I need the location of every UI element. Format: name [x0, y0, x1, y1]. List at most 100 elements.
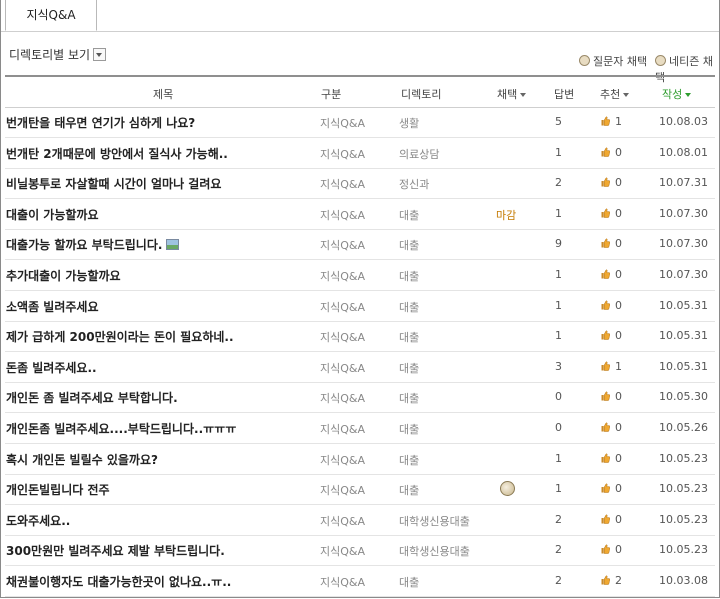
row-recommend-count: 0: [615, 512, 622, 526]
row-recommend-count: 0: [615, 390, 622, 404]
row-directory-link[interactable]: 대출: [399, 390, 419, 406]
row-recommend: 1: [601, 360, 622, 373]
row-date: 10.05.31: [659, 298, 708, 312]
row-category: 지식Q&A: [320, 484, 366, 498]
thumbs-up-icon: [601, 300, 610, 310]
row-recommend: 0: [601, 329, 622, 342]
table-header: 제목 구분 디렉토리 채택 답변 추천 작성: [5, 75, 715, 108]
table-row: 소액좀 빌려주세요 지식Q&A 대출 1 0 10.05.31: [5, 291, 715, 322]
row-directory-link[interactable]: 생활: [399, 115, 419, 131]
thumbs-up-icon: [601, 269, 610, 279]
row-answer-count: 2: [555, 574, 562, 587]
question-title-link[interactable]: 대출가능 할까요 부탁드립니다.: [6, 236, 180, 253]
row-directory-link[interactable]: 대출: [399, 237, 419, 253]
question-title-link[interactable]: 번개탄을 태우면 연기가 심하게 나요?: [6, 114, 195, 131]
question-title-link[interactable]: 개인돈빌립니다 전주: [6, 481, 110, 498]
row-recommend-count: 0: [615, 482, 622, 496]
row-category: 지식Q&A: [320, 545, 366, 559]
column-category: 구분: [321, 88, 342, 101]
column-directory: 디렉토리: [401, 88, 442, 101]
row-recommend-count: 0: [615, 145, 622, 159]
column-recommend-sort[interactable]: 추천: [600, 86, 630, 102]
row-directory-link[interactable]: 정신과: [399, 176, 429, 192]
question-title-link[interactable]: 대출이 가능할까요: [6, 206, 99, 223]
row-directory-link[interactable]: 대출: [399, 268, 419, 284]
row-date: 10.07.31: [659, 176, 708, 190]
row-directory-link[interactable]: 대출: [399, 329, 419, 345]
row-category: 지식Q&A: [320, 270, 366, 283]
questioner-pick-filter[interactable]: 질문자 채택: [579, 53, 647, 69]
view-by-directory-select[interactable]: 디렉토리별 보기: [9, 46, 107, 63]
table-row: 대출가능 할까요 부탁드립니다. 지식Q&A 대출 9 0 10.07.30: [5, 229, 715, 261]
thumbs-up-icon: [601, 391, 610, 402]
row-recommend-count: 1: [615, 115, 622, 128]
row-directory-link[interactable]: 대출: [399, 421, 419, 437]
thumbs-up-icon: [601, 238, 610, 249]
column-written-sort[interactable]: 작성: [662, 86, 692, 102]
row-category: 지식Q&A: [320, 147, 366, 161]
thumbs-up-icon: [601, 177, 610, 187]
row-recommend: 0: [601, 421, 622, 434]
question-title-link[interactable]: 도와주세요..: [6, 512, 70, 529]
row-date: 10.05.23: [659, 482, 708, 496]
column-written-label: 작성: [662, 88, 683, 101]
chevron-down-icon[interactable]: [93, 48, 107, 61]
tab-knowledge-qna[interactable]: 지식Q&A: [5, 0, 97, 31]
question-title-link[interactable]: 제가 급하게 200만원이라는 돈이 필요하네..: [6, 328, 234, 345]
row-answer-count: 2: [555, 512, 562, 526]
row-answer-count: 1: [555, 451, 562, 465]
table-row: 번개탄을 태우면 연기가 심하게 나요? 지식Q&A 생활 5 1 10.08.03: [5, 107, 715, 138]
row-directory-link[interactable]: 대출: [399, 574, 419, 590]
row-recommend: 1: [601, 115, 622, 128]
row-date: 10.03.08: [659, 574, 708, 587]
row-category: 지식Q&A: [320, 514, 366, 528]
row-recommend: 0: [601, 237, 622, 250]
row-answer-count: 2: [555, 543, 562, 557]
question-title-link[interactable]: 혹시 개인돈 빌릴수 있을까요?: [6, 451, 158, 468]
column-adopt-label: 채택: [497, 88, 518, 101]
row-answer-count: 1: [555, 298, 562, 312]
question-title-link[interactable]: 소액좀 빌려주세요: [6, 298, 99, 315]
row-category: 지식Q&A: [320, 300, 366, 314]
question-title-link[interactable]: 개인돈좀 빌려주세요....부탁드립니다..ㅠㅠㅠ: [6, 420, 236, 437]
row-category: 지식Q&A: [320, 208, 366, 222]
table-row: 비닐봉투로 자살할때 시간이 얼마나 걸려요 지식Q&A 정신과 2 0 10.07.31: [5, 168, 715, 200]
row-recommend: 0: [601, 513, 622, 526]
row-answer-count: 1: [555, 329, 562, 343]
row-answer-count: 2: [555, 176, 562, 190]
thumbs-up-icon: [601, 575, 610, 585]
view-select-label: 디렉토리별 보기: [9, 48, 91, 62]
question-title-link[interactable]: 번개탄 2개때문에 방안에서 질식사 가능해..: [6, 145, 228, 162]
row-category: 지식Q&A: [320, 239, 366, 253]
row-recommend: 0: [601, 543, 622, 556]
row-recommend: 0: [601, 207, 622, 220]
question-title-link[interactable]: 개인돈 좀 빌려주세요 부탁합니다.: [6, 389, 178, 406]
row-directory-link[interactable]: 의료상담: [399, 146, 439, 162]
row-directory-link[interactable]: 대출: [399, 360, 419, 376]
row-directory-link[interactable]: 대출: [399, 452, 419, 468]
table-row: 도와주세요.. 지식Q&A 대학생신용대출 2 0 10.05.23: [5, 505, 715, 536]
row-category: 지식Q&A: [320, 423, 366, 436]
row-category: 지식Q&A: [320, 392, 366, 406]
medal-icon: [500, 481, 515, 497]
column-answers: 답변: [554, 88, 575, 101]
thumbs-up-icon: [601, 514, 610, 524]
question-title-link[interactable]: 300만원만 빌려주세요 제발 부탁드립니다.: [6, 542, 225, 559]
row-date: 10.05.26: [659, 421, 708, 434]
question-title-link[interactable]: 채권불이행자도 대출가능한곳이 없나요..ㅠ..: [6, 573, 231, 590]
column-title: 제목: [153, 88, 174, 101]
row-directory-link[interactable]: 대출: [399, 482, 419, 498]
thumbs-up-icon: [601, 422, 610, 432]
row-date: 10.07.30: [659, 268, 708, 281]
question-title-link[interactable]: 돈좀 빌려주세요..: [6, 359, 97, 376]
row-directory-link[interactable]: 대출: [399, 207, 419, 223]
question-title-link[interactable]: 추가대출이 가능할까요: [6, 267, 121, 284]
row-directory-link[interactable]: 대출: [399, 299, 419, 315]
thumbs-up-icon: [601, 453, 610, 463]
table-row: 혹시 개인돈 빌릴수 있을까요? 지식Q&A 대출 1 0 10.05.23: [5, 444, 715, 475]
row-date: 10.07.30: [659, 206, 708, 220]
row-directory-link[interactable]: 대학생신용대출: [399, 543, 470, 559]
question-title-link[interactable]: 비닐봉투로 자살할때 시간이 얼마나 걸려요: [6, 175, 221, 192]
row-directory-link[interactable]: 대학생신용대출: [399, 513, 470, 529]
column-adopt-sort[interactable]: 채택: [497, 86, 527, 102]
